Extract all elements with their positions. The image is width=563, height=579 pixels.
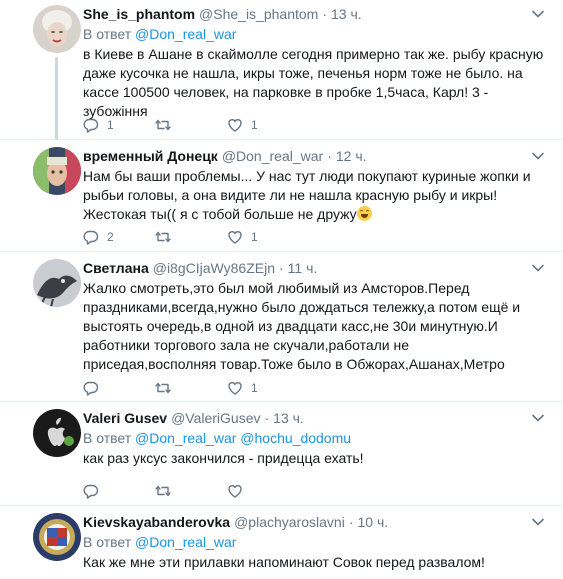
reply-icon (83, 484, 99, 499)
tweet-text: как раз уксус закончился - придецца ехат… (83, 450, 364, 466)
separator-dot: · (264, 410, 270, 426)
reply-count: 1 (107, 118, 114, 132)
reply-button[interactable]: 2 (83, 229, 155, 245)
tweet-2[interactable]: Светлана @i8gCIjaWy86ZEjn · 11 ч. Жалко … (0, 252, 563, 402)
tweet-actions: 2 1 (83, 227, 299, 247)
author-name[interactable]: временный Донецк (83, 147, 218, 165)
tweet-text: Жалко смотреть,это был мой любимый из Ам… (83, 280, 521, 372)
chevron-down-icon[interactable] (531, 149, 545, 163)
like-count: 1 (251, 230, 258, 244)
avatar[interactable] (33, 147, 81, 195)
tweet-actions: 1 (83, 378, 299, 398)
author-name[interactable]: She_is_phantom (83, 5, 195, 23)
tweet-actions: 1 1 (83, 115, 299, 135)
like-button[interactable]: 1 (227, 229, 299, 245)
reply-prefix: В ответ (83, 534, 132, 550)
reply-button[interactable]: 1 (83, 117, 155, 133)
tweet-text: в Киеве в Ашане в скаймолле сегодня прим… (83, 46, 544, 119)
like-count: 1 (251, 381, 258, 395)
heart-icon (228, 119, 242, 132)
retweet-button[interactable] (155, 229, 227, 245)
retweet-icon (155, 119, 171, 131)
reply-button[interactable] (83, 483, 155, 499)
mention-link[interactable]: @Don_real_war (135, 430, 236, 446)
timestamp[interactable]: 11 ч. (288, 259, 318, 277)
chevron-down-icon[interactable] (531, 411, 545, 425)
heart-icon (228, 485, 242, 498)
timestamp[interactable]: 13 ч. (273, 409, 304, 427)
tweet-4[interactable]: Kievskayabanderovka @plachyaroslavni · 1… (0, 506, 563, 579)
like-button[interactable]: 1 (227, 117, 299, 133)
reply-prefix: В ответ (83, 430, 132, 446)
author-name[interactable]: Светлана (83, 259, 149, 277)
separator-dot: · (327, 148, 332, 164)
author-name[interactable]: Valeri Gusev (83, 409, 167, 427)
reply-count: 2 (107, 230, 114, 244)
like-button[interactable] (227, 483, 299, 499)
author-handle[interactable]: @i8gCIjaWy86ZEjn (153, 259, 275, 277)
retweet-button[interactable] (155, 380, 227, 396)
chevron-down-icon[interactable] (531, 261, 545, 275)
reply-icon (83, 230, 99, 245)
heart-icon (228, 231, 242, 244)
author-handle[interactable]: @Don_real_war (222, 147, 323, 165)
reply-button[interactable] (83, 380, 155, 396)
reply-context: В ответ @Don_real_war (83, 533, 545, 551)
mention-link[interactable]: @hochu_dodomu (240, 430, 351, 446)
like-button[interactable]: 1 (227, 380, 299, 396)
timestamp[interactable]: 13 ч. (331, 5, 362, 23)
laughing-emoji-icon (356, 206, 372, 221)
tweet-text: Нам бы ваши проблемы... У нас тут люди п… (83, 167, 545, 224)
retweet-button[interactable] (155, 117, 227, 133)
author-handle[interactable]: @plachyaroslavni (234, 513, 345, 531)
thread-line (55, 57, 58, 140)
timestamp[interactable]: 12 ч. (336, 147, 367, 165)
tweet-3[interactable]: Valeri Gusev @ValeriGusev · 13 ч. В отве… (0, 402, 563, 506)
reply-context: В ответ @Don_real_war (83, 25, 545, 43)
separator-dot: · (348, 514, 354, 530)
tweet-text-body: Нам бы ваши проблемы... У нас тут люди п… (83, 168, 531, 222)
retweet-icon (155, 231, 171, 243)
avatar[interactable] (33, 259, 81, 307)
mention-link[interactable]: @Don_real_war (135, 26, 236, 42)
tweet-actions (83, 481, 299, 501)
separator-dot: · (278, 260, 284, 276)
separator-dot: · (322, 6, 327, 22)
tweet-1[interactable]: временный Донецк @Don_real_war · 12 ч. Н… (0, 140, 563, 252)
like-count: 1 (251, 118, 258, 132)
timestamp[interactable]: 10 ч. (357, 513, 388, 531)
reply-prefix: В ответ (83, 26, 132, 42)
chevron-down-icon[interactable] (531, 7, 545, 21)
chevron-down-icon[interactable] (531, 515, 545, 529)
avatar[interactable] (33, 513, 81, 561)
reply-icon (83, 381, 99, 396)
mention-link[interactable]: @Don_real_war (135, 534, 236, 550)
author-name[interactable]: Kievskayabanderovka (83, 513, 230, 531)
heart-icon (228, 382, 242, 395)
author-handle[interactable]: @She_is_phantom (199, 5, 318, 23)
tweet-0[interactable]: She_is_phantom @She_is_phantom · 13 ч. В… (0, 0, 563, 140)
tweet-text: Как же мне эти прилавки напоминают Совок… (83, 554, 485, 570)
reply-icon (83, 118, 99, 133)
avatar[interactable] (33, 409, 81, 457)
avatar[interactable] (33, 5, 81, 53)
author-handle[interactable]: @ValeriGusev (171, 409, 260, 427)
retweet-icon (155, 382, 171, 394)
retweet-button[interactable] (155, 483, 227, 499)
retweet-icon (155, 485, 171, 497)
reply-context: В ответ @Don_real_war @hochu_dodomu (83, 429, 545, 447)
